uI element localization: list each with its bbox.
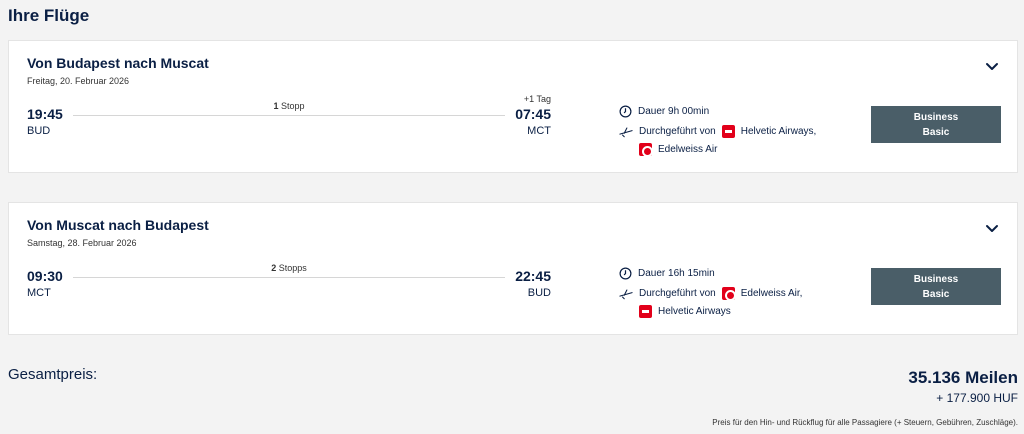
edelweiss-logo-icon xyxy=(721,287,736,301)
helvetic-logo-icon xyxy=(639,305,652,318)
flight-date: Freitag, 20. Februar 2026 xyxy=(27,76,130,86)
departure-airport: BUD xyxy=(27,125,51,137)
clock-icon xyxy=(619,267,632,280)
flight-date: Samstag, 28. Februar 2026 xyxy=(27,238,137,248)
arrival-airport: BUD xyxy=(527,287,551,299)
airline-name: Edelweiss Air, xyxy=(740,288,803,299)
stops-info: 1 Stopp xyxy=(73,101,505,111)
stops-info: 2 Stopps xyxy=(73,263,505,273)
duration-row: Dauer 16h 15min xyxy=(619,267,715,280)
departure-airport: MCT xyxy=(27,287,51,299)
operated-by-label: Durchgeführt von xyxy=(639,126,716,137)
fare-class-line1: Business xyxy=(913,111,959,123)
stops-count: 2 xyxy=(271,263,277,273)
plane-icon xyxy=(619,127,633,138)
operator-row: Durchgeführt von Edelweiss Air, xyxy=(619,287,803,301)
fare-class-button[interactable]: Business Basic xyxy=(871,268,1001,305)
edelweiss-logo-icon xyxy=(639,143,653,157)
arrival-time: 22:45 xyxy=(515,268,551,284)
plane-icon xyxy=(619,289,633,300)
operator-row-2: Edelweiss Air xyxy=(639,143,718,157)
duration-row: Dauer 9h 00min xyxy=(619,105,709,118)
departure-time: 09:30 xyxy=(27,268,63,284)
total-huf: + 177.900 HUF xyxy=(936,391,1018,405)
flight-card-return: Von Muscat nach Budapest Samstag, 28. Fe… xyxy=(8,202,1018,335)
chevron-down-icon[interactable] xyxy=(983,219,1001,237)
fare-class-line2: Basic xyxy=(922,288,950,300)
route-title: Von Budapest nach Muscat xyxy=(27,55,209,71)
duration-text: Dauer 16h 15min xyxy=(638,268,715,279)
fare-class-button[interactable]: Business Basic xyxy=(871,106,1001,143)
page-title: Ihre Flüge xyxy=(8,6,90,25)
route-title: Von Muscat nach Budapest xyxy=(27,217,209,233)
chevron-down-icon[interactable] xyxy=(983,57,1001,75)
operator-row: Durchgeführt von Helvetic Airways, xyxy=(619,125,816,138)
duration-text: Dauer 9h 00min xyxy=(638,106,710,117)
operator-row-2: Helvetic Airways xyxy=(639,305,731,318)
fare-class-line1: Business xyxy=(913,273,959,285)
total-miles: 35.136 Meilen xyxy=(908,368,1018,387)
stops-label: Stopp xyxy=(281,101,305,111)
stops-label: Stopps xyxy=(278,263,307,273)
arrival-time: 07:45 xyxy=(515,106,551,122)
airline-name: Helvetic Airways, xyxy=(740,126,817,137)
departure-time: 19:45 xyxy=(27,106,63,122)
operated-by-label: Durchgeführt von xyxy=(639,288,716,299)
total-price-label: Gesamtpreis: xyxy=(8,366,98,383)
route-line xyxy=(73,277,505,278)
plus-day-badge: +1 Tag xyxy=(523,94,551,104)
airline-name: Edelweiss Air xyxy=(658,144,718,155)
stops-count: 1 xyxy=(273,101,279,111)
price-footnote: Preis für den Hin- und Rückflug für alle… xyxy=(712,418,1018,427)
arrival-airport: MCT xyxy=(527,125,551,137)
airline-name: Helvetic Airways xyxy=(658,306,731,317)
flight-card-outbound: Von Budapest nach Muscat Freitag, 20. Fe… xyxy=(8,40,1018,173)
route-line xyxy=(73,115,505,116)
helvetic-logo-icon xyxy=(721,125,735,138)
clock-icon xyxy=(619,105,632,118)
fare-class-line2: Basic xyxy=(922,126,950,138)
